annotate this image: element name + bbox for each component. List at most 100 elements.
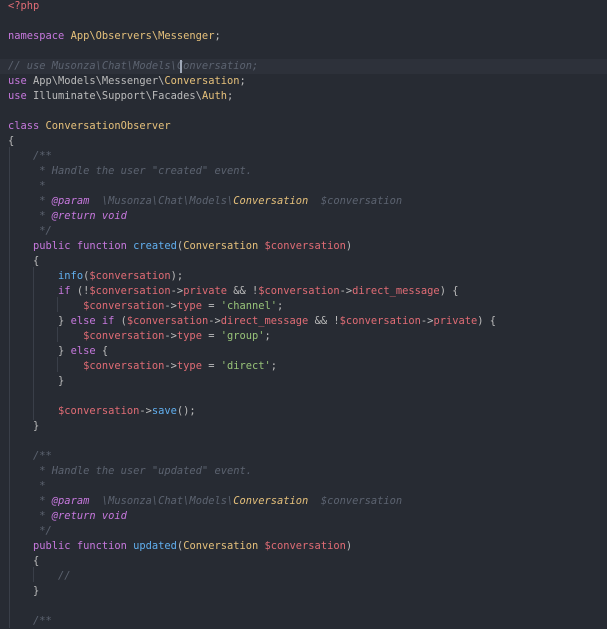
code-token-default bbox=[8, 330, 83, 342]
code-line[interactable]: use App\Models\Messenger\Conversation; bbox=[8, 74, 246, 89]
code-token-class-name: Conversation bbox=[183, 540, 265, 552]
code-token-variable: $conversation bbox=[89, 270, 171, 282]
code-token-default bbox=[8, 270, 58, 282]
code-token-comment: */ bbox=[8, 225, 52, 237]
code-token-keyword: if bbox=[58, 285, 77, 297]
code-token-default: } bbox=[8, 420, 40, 432]
code-line[interactable]: * bbox=[8, 479, 46, 494]
code-token-default: -> bbox=[164, 330, 177, 342]
code-line[interactable]: { bbox=[8, 554, 39, 569]
code-token-variable: type bbox=[176, 300, 202, 312]
code-line[interactable]: $conversation->type = 'direct'; bbox=[8, 359, 277, 374]
code-line[interactable]: /** bbox=[8, 449, 52, 464]
code-token-variable: $conversation bbox=[264, 240, 346, 252]
code-token-comment: /** bbox=[8, 615, 52, 627]
code-line[interactable]: info($conversation); bbox=[8, 269, 183, 284]
code-token-keyword: use bbox=[8, 90, 34, 102]
code-token-default bbox=[8, 570, 58, 582]
code-token-default: = bbox=[201, 330, 221, 342]
code-token-keyword: class bbox=[8, 120, 46, 132]
code-token-default: ); bbox=[170, 270, 184, 282]
code-editor[interactable]: <?php namespace App\Observers\Messenger; /… bbox=[0, 0, 607, 628]
code-token-default: ) { bbox=[439, 285, 459, 297]
code-token-default: -> bbox=[170, 285, 184, 297]
code-token-keyword: public function bbox=[8, 540, 134, 552]
code-line[interactable]: */ bbox=[8, 224, 52, 239]
code-line[interactable]: $conversation->save(); bbox=[8, 404, 196, 419]
code-line[interactable]: { bbox=[8, 134, 14, 149]
code-token-variable: type bbox=[176, 360, 202, 372]
code-token-function: created bbox=[133, 240, 177, 252]
code-token-default: && ! bbox=[226, 285, 259, 297]
code-line[interactable]: class ConversationObserver bbox=[8, 119, 171, 134]
code-token-variable: $conversation bbox=[126, 315, 209, 327]
code-line[interactable]: * @param \Musonza\Chat\Models\Conversati… bbox=[8, 194, 402, 209]
code-line[interactable]: // bbox=[8, 569, 71, 584]
text-cursor bbox=[180, 60, 182, 73]
code-token-default: { bbox=[8, 555, 40, 567]
code-line[interactable]: use Illuminate\Support\Facades\Auth; bbox=[8, 89, 233, 104]
code-line[interactable]: } bbox=[8, 374, 64, 389]
code-token-default: ; bbox=[214, 30, 221, 42]
code-line[interactable]: // use Musonza\Chat\Models\Conversation; bbox=[8, 59, 258, 74]
code-token-class-name: Conversation bbox=[183, 240, 265, 252]
code-line[interactable]: public function updated(Conversation $co… bbox=[8, 539, 352, 554]
code-line[interactable]: $conversation->type = 'group'; bbox=[8, 329, 271, 344]
code-token-default: } bbox=[8, 315, 71, 327]
code-token-keyword: else bbox=[70, 345, 102, 357]
code-token-default: { bbox=[8, 255, 40, 267]
code-line[interactable]: * @return void bbox=[8, 509, 127, 524]
code-token-default bbox=[8, 300, 83, 312]
code-token-variable: $conversation bbox=[258, 285, 340, 297]
code-line[interactable]: * Handle the user "created" event. bbox=[8, 164, 252, 179]
code-token-default: -> bbox=[139, 405, 152, 417]
code-token-default: -> bbox=[164, 300, 177, 312]
code-token-default: App\Models\Messenger\ bbox=[33, 75, 165, 87]
code-token-string: 'channel' bbox=[220, 300, 278, 312]
code-token-keyword: void bbox=[95, 210, 127, 222]
code-token-variable: private bbox=[433, 315, 478, 327]
code-token-class-name: Conversation bbox=[233, 195, 309, 207]
code-token-comment: * bbox=[8, 480, 46, 492]
code-token-variable: $conversation bbox=[58, 405, 140, 417]
code-line[interactable]: $conversation->type = 'channel'; bbox=[8, 299, 283, 314]
code-token-variable: $conversation bbox=[83, 300, 165, 312]
code-line[interactable]: namespace App\Observers\Messenger; bbox=[8, 29, 221, 44]
code-token-comment: * Handle the user "updated" event. bbox=[8, 465, 252, 477]
code-token-comment: * bbox=[8, 510, 52, 522]
code-token-php-tag: <?php bbox=[8, 0, 40, 12]
code-line[interactable]: public function created(Conversation $co… bbox=[8, 239, 352, 254]
code-token-doc-tag: @return bbox=[51, 510, 96, 522]
code-token-default: (); bbox=[176, 405, 196, 417]
code-token-variable: private bbox=[183, 285, 227, 297]
code-token-comment: \Musonza\Chat\Models\ bbox=[89, 495, 234, 507]
code-line[interactable]: } else if ($conversation->direct_message… bbox=[8, 314, 496, 329]
code-line[interactable]: * Handle the user "updated" event. bbox=[8, 464, 252, 479]
code-line[interactable]: } bbox=[8, 419, 39, 434]
code-line[interactable]: /** bbox=[8, 614, 52, 629]
code-line[interactable]: * bbox=[8, 179, 45, 194]
code-token-default: ) bbox=[345, 240, 353, 252]
code-token-doc-tag: @return bbox=[51, 210, 96, 222]
code-token-default: Illuminate\Support\Facades\ bbox=[33, 90, 202, 102]
code-line[interactable]: if (!$conversation->private && !$convers… bbox=[8, 284, 458, 299]
code-line[interactable]: /** bbox=[8, 149, 52, 164]
code-token-class-name: Auth bbox=[201, 90, 227, 102]
code-line[interactable]: <?php bbox=[8, 0, 39, 14]
code-line[interactable]: } else { bbox=[8, 344, 108, 359]
code-token-function: info bbox=[58, 270, 84, 282]
code-token-default: { bbox=[8, 135, 15, 147]
code-line[interactable]: * @return void bbox=[8, 209, 127, 224]
code-token-comment: // use Musonza\Chat\Models\Conversation; bbox=[8, 60, 259, 72]
code-line[interactable]: } bbox=[8, 584, 39, 599]
code-token-comment: * Handle the user "created" event. bbox=[8, 165, 252, 177]
code-line[interactable]: */ bbox=[8, 524, 52, 539]
code-token-comment: $conversation bbox=[308, 495, 403, 507]
code-line[interactable]: { bbox=[8, 254, 39, 269]
code-token-string: 'group' bbox=[220, 330, 265, 342]
code-token-function: save bbox=[151, 405, 177, 417]
code-token-default: = bbox=[201, 300, 221, 312]
code-token-default: && ! bbox=[308, 315, 340, 327]
code-line[interactable]: * @param \Musonza\Chat\Models\Conversati… bbox=[8, 494, 402, 509]
code-token-default bbox=[8, 285, 58, 297]
